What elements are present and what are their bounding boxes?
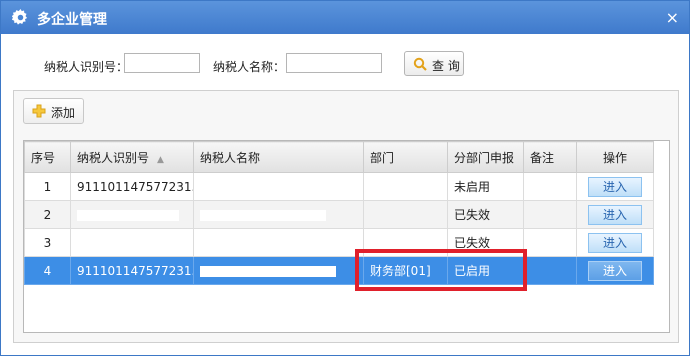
sort-asc-icon: ▲ — [157, 154, 164, 165]
enter-button[interactable]: 进入 — [588, 204, 642, 225]
col-action[interactable]: 操作 — [576, 141, 654, 173]
table-row-selected[interactable]: 4 911101147577231... 财务部[01] 已启用 进入 — [24, 256, 654, 285]
close-icon[interactable]: × — [666, 8, 679, 27]
enterprise-table: 序号 纳税人识别号 ▲ 纳税人名称 部门 分部门申报 备注 操作 1 911101… — [23, 140, 670, 333]
title-bar[interactable]: 多企业管理 × — [1, 1, 689, 34]
col-index[interactable]: 序号 — [24, 141, 71, 173]
query-button[interactable]: 查 询 — [404, 51, 464, 76]
taxpayer-name-input[interactable] — [286, 53, 382, 73]
search-icon — [413, 57, 427, 71]
highlight-box — [355, 249, 527, 291]
redacted-taxpayer-id — [77, 209, 179, 221]
col-department[interactable]: 部门 — [363, 141, 448, 173]
table-row[interactable]: 3 已失效 进入 — [24, 228, 654, 257]
add-button[interactable]: 添加 — [23, 98, 84, 124]
table-header-row: 序号 纳税人识别号 ▲ 纳税人名称 部门 分部门申报 备注 操作 — [24, 141, 654, 173]
table-row[interactable]: 2 已失效 进入 — [24, 200, 654, 229]
add-button-label: 添加 — [51, 106, 76, 120]
col-note[interactable]: 备注 — [523, 141, 577, 173]
multi-enterprise-dialog: 多企业管理 × 纳税人识别号： 纳税人名称： 查 询 添加 序号 纳税人识别号 ▲ — [0, 0, 690, 356]
redacted-taxpayer-name — [200, 209, 326, 221]
redacted-taxpayer-name — [200, 265, 336, 277]
taxpayer-id-label: 纳税人识别号： — [44, 60, 129, 74]
query-button-label: 查 询 — [432, 59, 460, 73]
plus-icon — [32, 104, 46, 118]
taxpayer-id-input[interactable] — [124, 53, 200, 73]
dialog-title: 多企业管理 — [37, 12, 107, 28]
taxpayer-name-label: 纳税人名称： — [213, 60, 286, 74]
enter-button[interactable]: 进入 — [588, 176, 642, 197]
col-dept-declare[interactable]: 分部门申报 — [447, 141, 524, 173]
table-row[interactable]: 1 911101147577231... 未启用 进入 — [24, 172, 654, 201]
enter-button[interactable]: 进入 — [588, 232, 642, 253]
enter-button[interactable]: 进入 — [588, 260, 642, 281]
col-taxpayer-name[interactable]: 纳税人名称 — [193, 141, 364, 173]
gear-icon — [12, 9, 28, 25]
col-taxpayer-id[interactable]: 纳税人识别号 ▲ — [70, 141, 194, 173]
